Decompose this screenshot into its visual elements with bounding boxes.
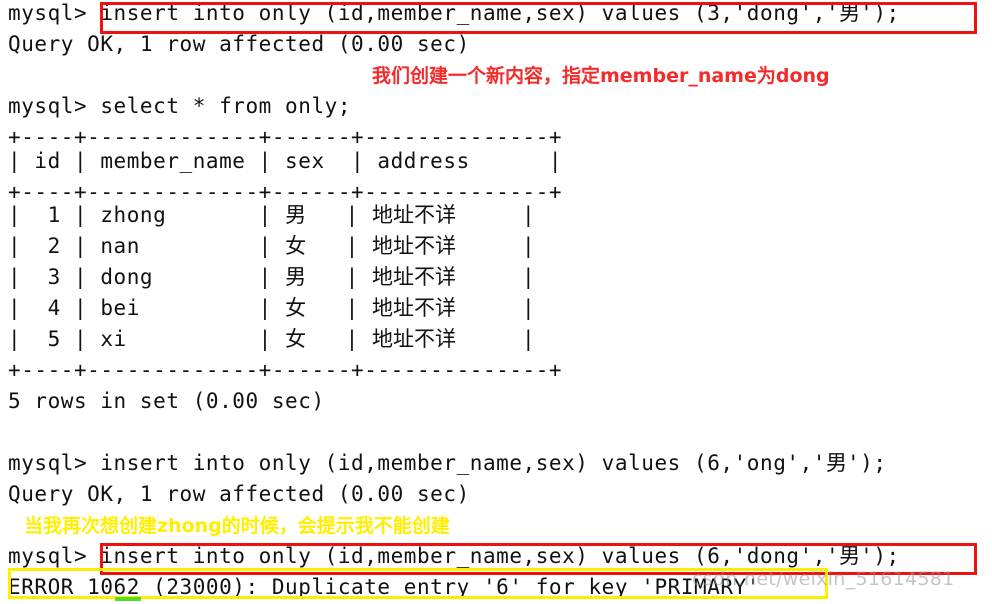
terminal-line: mysql> select * from only; (8, 94, 352, 118)
terminal-line: | id | member_name | sex | address | (8, 149, 563, 173)
terminal-line: 5 rows in set (0.00 sec) (8, 389, 325, 413)
terminal-line: | 5 | xi | 女 | 地址不详 | (8, 327, 536, 351)
terminal-line: | 2 | nan | 女 | 地址不详 | (8, 234, 536, 258)
cjk-glyph-run: 男 (825, 451, 847, 475)
watermark-text: csdn.net/weixin_51614581 (692, 568, 955, 590)
terminal-line: Query OK, 1 row affected (0.00 sec) (8, 482, 470, 506)
cjk-glyph-run: 男 (839, 1, 861, 25)
cjk-glyph-run: 女 (285, 327, 307, 351)
cjk-glyph-run: 男 (839, 544, 861, 568)
terminal-line: +----+-------------+------+-------------… (8, 358, 563, 382)
terminal-line: mysql> insert into only (id,member_name,… (8, 451, 887, 475)
cjk-glyph-run: 地址不详 (372, 327, 457, 351)
terminal-line: | 1 | zhong | 男 | 地址不详 | (8, 203, 536, 227)
cjk-glyph-run: 地址不详 (372, 296, 457, 320)
terminal-line: | 4 | bei | 女 | 地址不详 | (8, 296, 536, 320)
terminal-line: | 3 | dong | 男 | 地址不详 | (8, 265, 536, 289)
cjk-glyph-run: 地址不详 (372, 265, 457, 289)
cjk-glyph-run: 男 (285, 203, 307, 227)
terminal-line: Query OK, 1 row affected (0.00 sec) (8, 32, 470, 56)
cjk-glyph-run: 女 (285, 234, 307, 258)
cjk-glyph-run: 地址不详 (372, 234, 457, 258)
cjk-glyph-run: 男 (285, 265, 307, 289)
annotation-yellow-note: 当我再次想创建zhong的时候，会提示我不能创建 (24, 515, 450, 537)
terminal-line: mysql> insert into only (id,member_name,… (8, 1, 900, 25)
cjk-glyph-run: 女 (285, 296, 307, 320)
cjk-glyph-run: 地址不详 (372, 203, 457, 227)
green-underline-mark (115, 597, 141, 601)
annotation-red-note: 我们创建一个新内容，指定member_name为dong (372, 65, 830, 87)
